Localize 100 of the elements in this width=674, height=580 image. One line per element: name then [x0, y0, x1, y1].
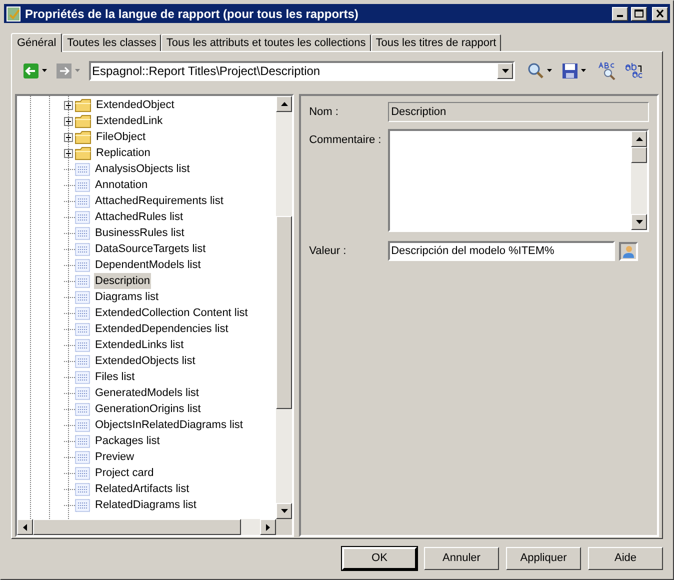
- comment-field[interactable]: [388, 129, 649, 232]
- save-icon[interactable]: [562, 62, 578, 78]
- document-icon: [75, 498, 90, 512]
- document-icon: [75, 386, 90, 400]
- document-icon: [75, 274, 90, 288]
- vertical-scrollbar[interactable]: [276, 96, 292, 519]
- document-icon: [75, 322, 90, 336]
- tree-item[interactable]: Annotation: [94, 176, 149, 194]
- document-icon: [75, 482, 90, 496]
- dialog-button[interactable]: Aide: [588, 547, 663, 570]
- expand-icon[interactable]: [64, 132, 73, 142]
- tree-item[interactable]: ExtendedObject: [95, 96, 176, 114]
- tree-item[interactable]: Preview: [94, 448, 136, 466]
- scrollbar-thumb[interactable]: [631, 147, 647, 163]
- tree-item[interactable]: AttachedRules list: [94, 208, 184, 226]
- document-icon: [75, 226, 90, 240]
- tree-item[interactable]: ExtendedCollection Content list: [94, 304, 249, 322]
- document-icon: [75, 258, 90, 272]
- scrollbar-thumb[interactable]: [33, 519, 241, 535]
- scroll-right-button[interactable]: [260, 519, 276, 535]
- horizontal-scrollbar[interactable]: [17, 519, 276, 535]
- document-icon: [75, 210, 90, 224]
- document-icon: [75, 242, 90, 256]
- scroll-left-button[interactable]: [17, 519, 33, 535]
- maximize-button[interactable]: [631, 6, 647, 20]
- close-button[interactable]: [652, 6, 668, 20]
- tree-item[interactable]: ExtendedObjects list: [94, 352, 196, 370]
- dialog-button[interactable]: OK: [342, 547, 417, 570]
- tree-item[interactable]: RelatedDiagrams list: [94, 496, 198, 514]
- replace-icon[interactable]: [625, 62, 643, 80]
- tree-item[interactable]: Project card: [94, 464, 155, 482]
- document-icon: [75, 418, 90, 432]
- user-picker-button[interactable]: [619, 242, 638, 260]
- folder-icon: [75, 146, 91, 160]
- name-field: Description: [388, 102, 649, 122]
- tree-item[interactable]: Description: [94, 272, 152, 290]
- tree-item[interactable]: ExtendedLinks list: [94, 336, 185, 354]
- tree-item[interactable]: AnalysisObjects list: [94, 160, 191, 178]
- tree-item[interactable]: Packages list: [94, 432, 161, 450]
- tree-item[interactable]: DependentModels list: [94, 256, 202, 274]
- down-arrow-icon: [634, 219, 644, 225]
- maximize-icon: [634, 9, 644, 18]
- tree-item[interactable]: ObjectsInRelatedDiagrams list: [94, 416, 244, 434]
- up-arrow-icon: [634, 136, 644, 142]
- document-icon: [75, 194, 90, 208]
- search-icon[interactable]: [527, 62, 544, 79]
- folder-icon: [75, 114, 91, 128]
- tree-item[interactable]: GenerationOrigins list: [94, 400, 202, 418]
- document-icon: [75, 338, 90, 352]
- tree-item[interactable]: FileObject: [95, 128, 147, 146]
- person-icon: [622, 244, 636, 258]
- scroll-down-button[interactable]: [276, 503, 292, 519]
- document-icon: [75, 402, 90, 416]
- expand-icon[interactable]: [64, 148, 73, 158]
- value-field[interactable]: Descripción del modelo %ITEM%: [388, 241, 616, 261]
- path-combo-box[interactable]: Espagnol::Report Titles\Project\Description: [89, 60, 515, 80]
- tab[interactable]: Toutes les classes: [62, 34, 162, 51]
- close-icon: [655, 9, 665, 18]
- folder-icon: [75, 130, 91, 144]
- document-icon: [75, 450, 90, 464]
- scroll-up-button[interactable]: [276, 96, 292, 112]
- tab[interactable]: Général: [11, 33, 62, 52]
- scroll-down-button[interactable]: [631, 214, 647, 230]
- scroll-up-button[interactable]: [631, 131, 647, 147]
- tree-item[interactable]: BusinessRules list: [94, 224, 186, 242]
- tree-item[interactable]: ExtendedLink: [95, 112, 164, 130]
- tree-item[interactable]: AttachedRequirements list: [94, 192, 224, 210]
- document-icon: [75, 178, 90, 192]
- folder-icon: [75, 98, 91, 112]
- tree-item[interactable]: RelatedArtifacts list: [94, 480, 190, 498]
- caret-icon[interactable]: [581, 69, 586, 72]
- expand-icon[interactable]: [64, 116, 73, 126]
- scrollbar-thumb[interactable]: [276, 216, 292, 409]
- scrollbar-corner: [276, 519, 292, 535]
- document-icon: [75, 354, 90, 368]
- tab[interactable]: Tous les attributs et toutes les collections: [161, 34, 371, 51]
- tree-item[interactable]: Diagrams list: [94, 288, 160, 306]
- minimize-button[interactable]: [612, 6, 628, 20]
- caret-icon[interactable]: [42, 69, 47, 72]
- tree-item[interactable]: Replication: [95, 144, 152, 162]
- tab[interactable]: Tous les titres de rapport: [370, 34, 502, 51]
- value-label: Valeur :: [309, 244, 348, 259]
- tree-item[interactable]: DataSourceTargets list: [94, 240, 207, 258]
- back-button[interactable]: [23, 62, 47, 78]
- tree-item[interactable]: Files list: [94, 368, 136, 386]
- expand-icon[interactable]: [64, 100, 73, 110]
- tree-item[interactable]: GeneratedModels list: [94, 384, 200, 402]
- document-icon: [75, 434, 90, 448]
- down-arrow-icon: [280, 508, 289, 514]
- tree-item[interactable]: ExtendedDependencies list: [94, 320, 230, 338]
- dialog-button[interactable]: Appliquer: [506, 547, 581, 570]
- document-icon: [75, 162, 90, 176]
- vertical-scrollbar[interactable]: [631, 131, 647, 230]
- left-arrow-icon: [22, 522, 28, 532]
- spell-check-icon[interactable]: [598, 62, 616, 80]
- document-icon: [75, 290, 90, 304]
- name-label: Nom :: [309, 104, 340, 120]
- document-icon: [75, 306, 90, 320]
- dialog-button[interactable]: Annuler: [424, 547, 499, 570]
- caret-icon[interactable]: [547, 69, 552, 72]
